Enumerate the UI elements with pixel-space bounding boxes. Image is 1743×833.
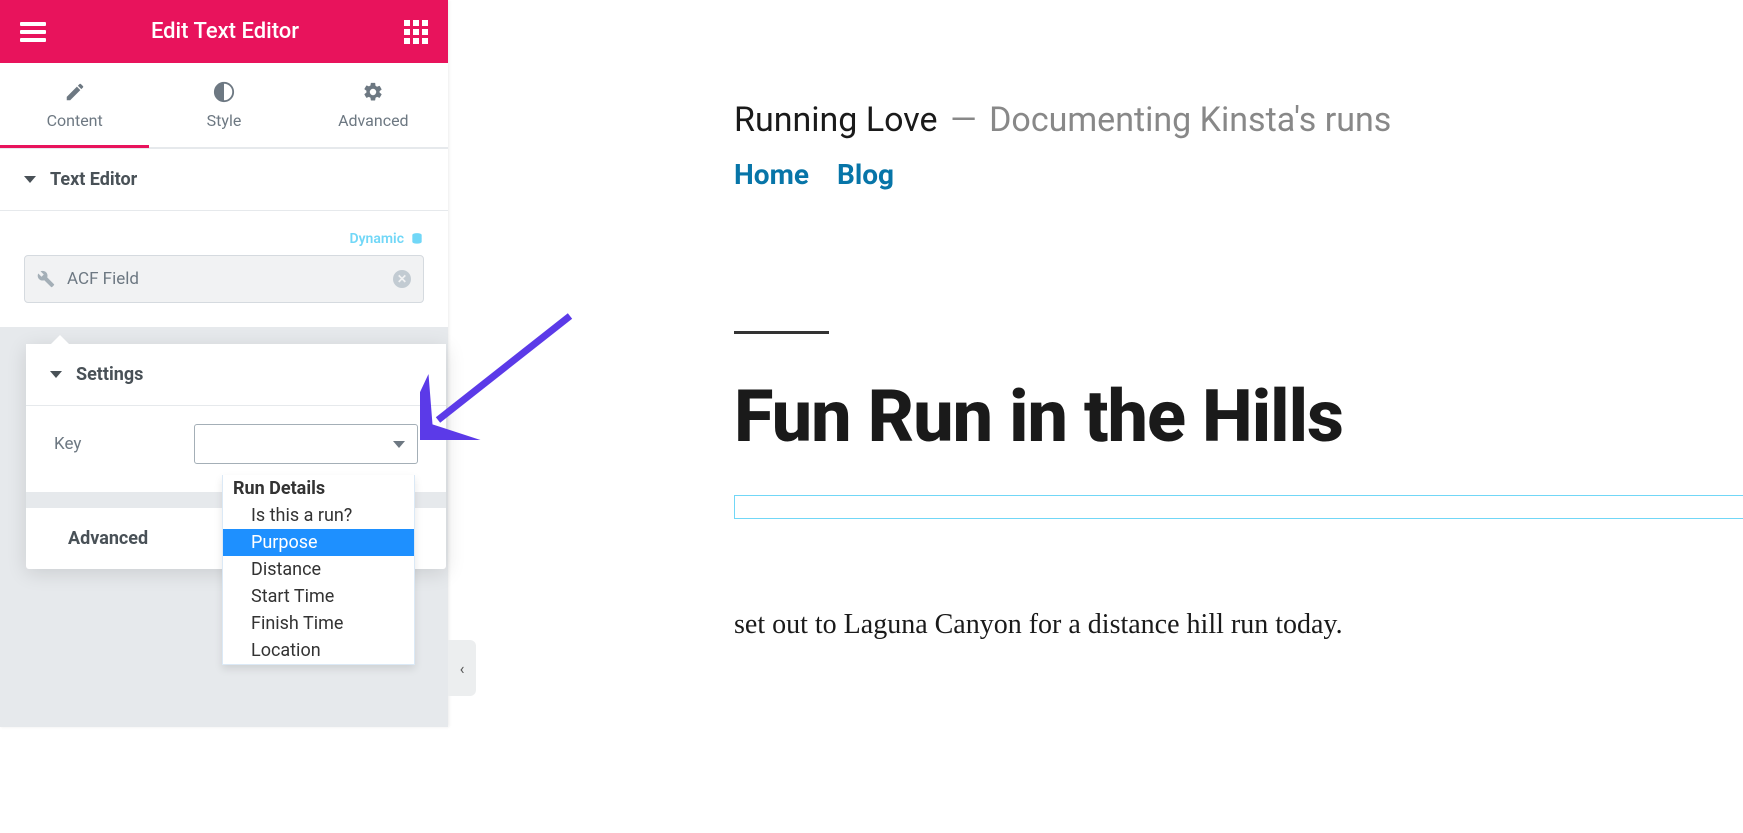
key-label: Key xyxy=(54,434,174,454)
tab-style[interactable]: Style xyxy=(149,63,298,147)
dropdown-option[interactable]: Distance xyxy=(223,556,414,583)
page-preview: Running Love — Documenting Kinsta's runs… xyxy=(448,0,1743,833)
section-body: Dynamic ACF Field ✕ xyxy=(0,210,448,327)
panel-header: Edit Text Editor xyxy=(0,0,448,63)
database-icon xyxy=(410,232,424,246)
pencil-icon xyxy=(64,81,86,103)
caret-down-icon xyxy=(50,371,62,378)
nav-home[interactable]: Home xyxy=(734,158,809,191)
section-toggle-text-editor[interactable]: Text Editor xyxy=(0,149,448,210)
tab-label: Content xyxy=(47,111,103,130)
section-label: Advanced xyxy=(68,528,148,549)
dash: — xyxy=(950,100,977,140)
tab-label: Style xyxy=(207,111,242,130)
menu-icon[interactable] xyxy=(0,18,66,46)
site-nav: Home Blog xyxy=(734,158,1743,191)
dynamic-label: Dynamic xyxy=(349,231,404,247)
site-name: Running Love xyxy=(734,100,938,140)
site-title: Running Love — Documenting Kinsta's runs xyxy=(734,100,1743,140)
field-input-value: ACF Field xyxy=(67,269,139,289)
tab-advanced[interactable]: Advanced xyxy=(299,63,448,147)
site-tagline: Documenting Kinsta's runs xyxy=(989,100,1391,140)
tab-content[interactable]: Content xyxy=(0,63,149,147)
dropdown-option[interactable]: Finish Time xyxy=(223,610,414,637)
post-title: Fun Run in the Hills xyxy=(734,374,1743,459)
collapse-panel-button[interactable]: ‹ xyxy=(448,640,476,696)
key-select[interactable] xyxy=(194,424,418,464)
wrench-icon xyxy=(37,270,55,288)
divider xyxy=(734,331,829,334)
panel-title: Edit Text Editor xyxy=(151,19,299,44)
gear-icon xyxy=(362,81,384,103)
dropdown-option[interactable]: Start Time xyxy=(223,583,414,610)
clear-icon[interactable]: ✕ xyxy=(393,270,411,288)
section-label: Settings xyxy=(76,364,143,385)
nav-blog[interactable]: Blog xyxy=(837,158,894,191)
chevron-down-icon xyxy=(393,441,405,448)
caret-down-icon xyxy=(24,176,36,183)
panel-tabs: Content Style Advanced xyxy=(0,63,448,148)
dynamic-field-input[interactable]: ACF Field ✕ xyxy=(24,255,424,303)
contrast-icon xyxy=(213,81,235,103)
section-text-editor: Text Editor Dynamic ACF Field ✕ xyxy=(0,148,448,327)
dropdown-option[interactable]: Location xyxy=(223,637,414,664)
section-toggle-settings[interactable]: Settings xyxy=(26,344,446,405)
dropdown-group: Run Details xyxy=(223,475,414,502)
dynamic-toggle[interactable]: Dynamic xyxy=(24,225,424,247)
selected-widget-placeholder[interactable] xyxy=(734,495,1743,519)
chevron-left-icon: ‹ xyxy=(460,659,465,678)
tab-label: Advanced xyxy=(338,111,409,130)
dropdown-option[interactable]: Purpose xyxy=(223,529,414,556)
key-dropdown: Run Details Is this a run? Purpose Dista… xyxy=(222,475,415,665)
post-body: set out to Laguna Canyon for a distance … xyxy=(734,609,1743,641)
section-label: Text Editor xyxy=(50,169,137,190)
widgets-grid-icon[interactable] xyxy=(384,20,448,44)
dropdown-option[interactable]: Is this a run? xyxy=(223,502,414,529)
